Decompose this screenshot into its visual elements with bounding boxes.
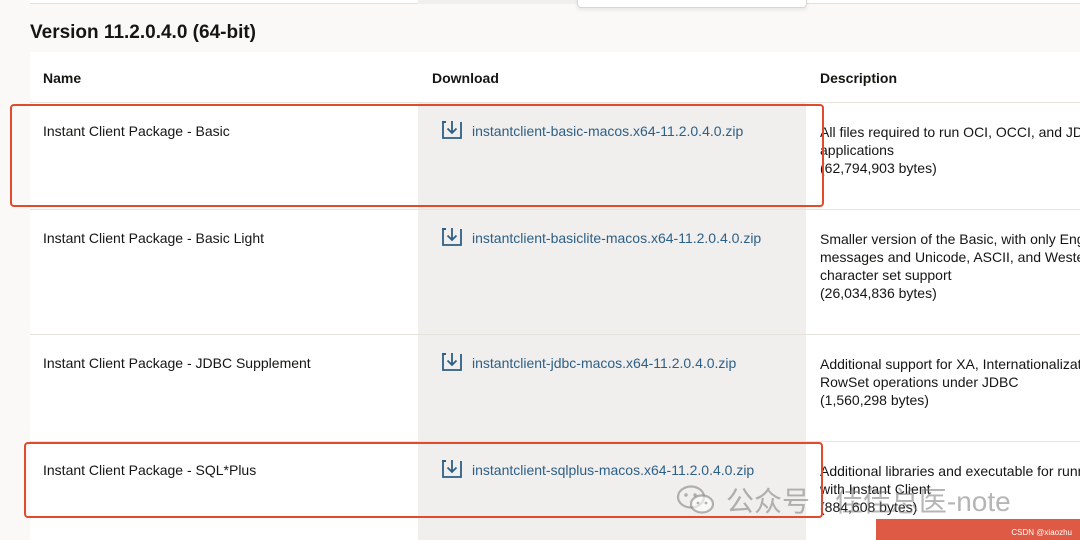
header-name: Name (43, 70, 82, 86)
package-description: All files required to run OCI, OCCI, and… (820, 124, 1080, 176)
header-download: Download (432, 70, 499, 86)
previous-table-edge (30, 0, 1080, 4)
header-description: Description (820, 70, 898, 86)
page: Version 11.2.0.4.0 (64-bit) Name Downloa… (0, 0, 1080, 540)
download-icon (442, 121, 462, 139)
download-link-sqlplus[interactable]: instantclient-sqlplus-macos.x64-11.2.0.4… (440, 460, 754, 480)
download-link-basic[interactable]: instantclient-basic-macos.x64-11.2.0.4.0… (440, 121, 743, 141)
package-name: Instant Client Package - SQL*Plus (43, 462, 257, 478)
corner-credit: CSDN @xiaozhu (1011, 528, 1072, 537)
download-link-basiclite[interactable]: instantclient-basiclite-macos.x64-11.2.0… (440, 228, 761, 248)
download-link-jdbc[interactable]: instantclient-jdbc-macos.x64-11.2.0.4.0.… (440, 353, 736, 373)
package-description: Smaller version of the Basic, with only … (820, 231, 1080, 301)
package-description: Additional libraries and executable for … (820, 463, 1080, 515)
package-description: Additional support for XA, International… (820, 356, 1080, 408)
package-name: Instant Client Package - JDBC Supplement (43, 355, 311, 371)
table-row: Instant Client Package - Basic Light ins… (30, 209, 1080, 334)
table-row: Instant Client Package - Basic instantcl… (30, 102, 1080, 209)
package-name: Instant Client Package - Basic Light (43, 230, 265, 246)
downloads-table: Name Download Description Instant Client… (30, 52, 1080, 540)
download-icon (442, 460, 462, 478)
version-heading: Version 11.2.0.4.0 (64-bit) (30, 22, 256, 43)
package-name: Instant Client Package - Basic (43, 123, 230, 139)
dropdown-menu-edge (577, 0, 807, 8)
download-icon (442, 353, 462, 371)
download-icon (442, 228, 462, 246)
table-row: Instant Client Package - JDBC Supplement… (30, 334, 1080, 441)
table-header: Name Download Description (30, 52, 1080, 102)
